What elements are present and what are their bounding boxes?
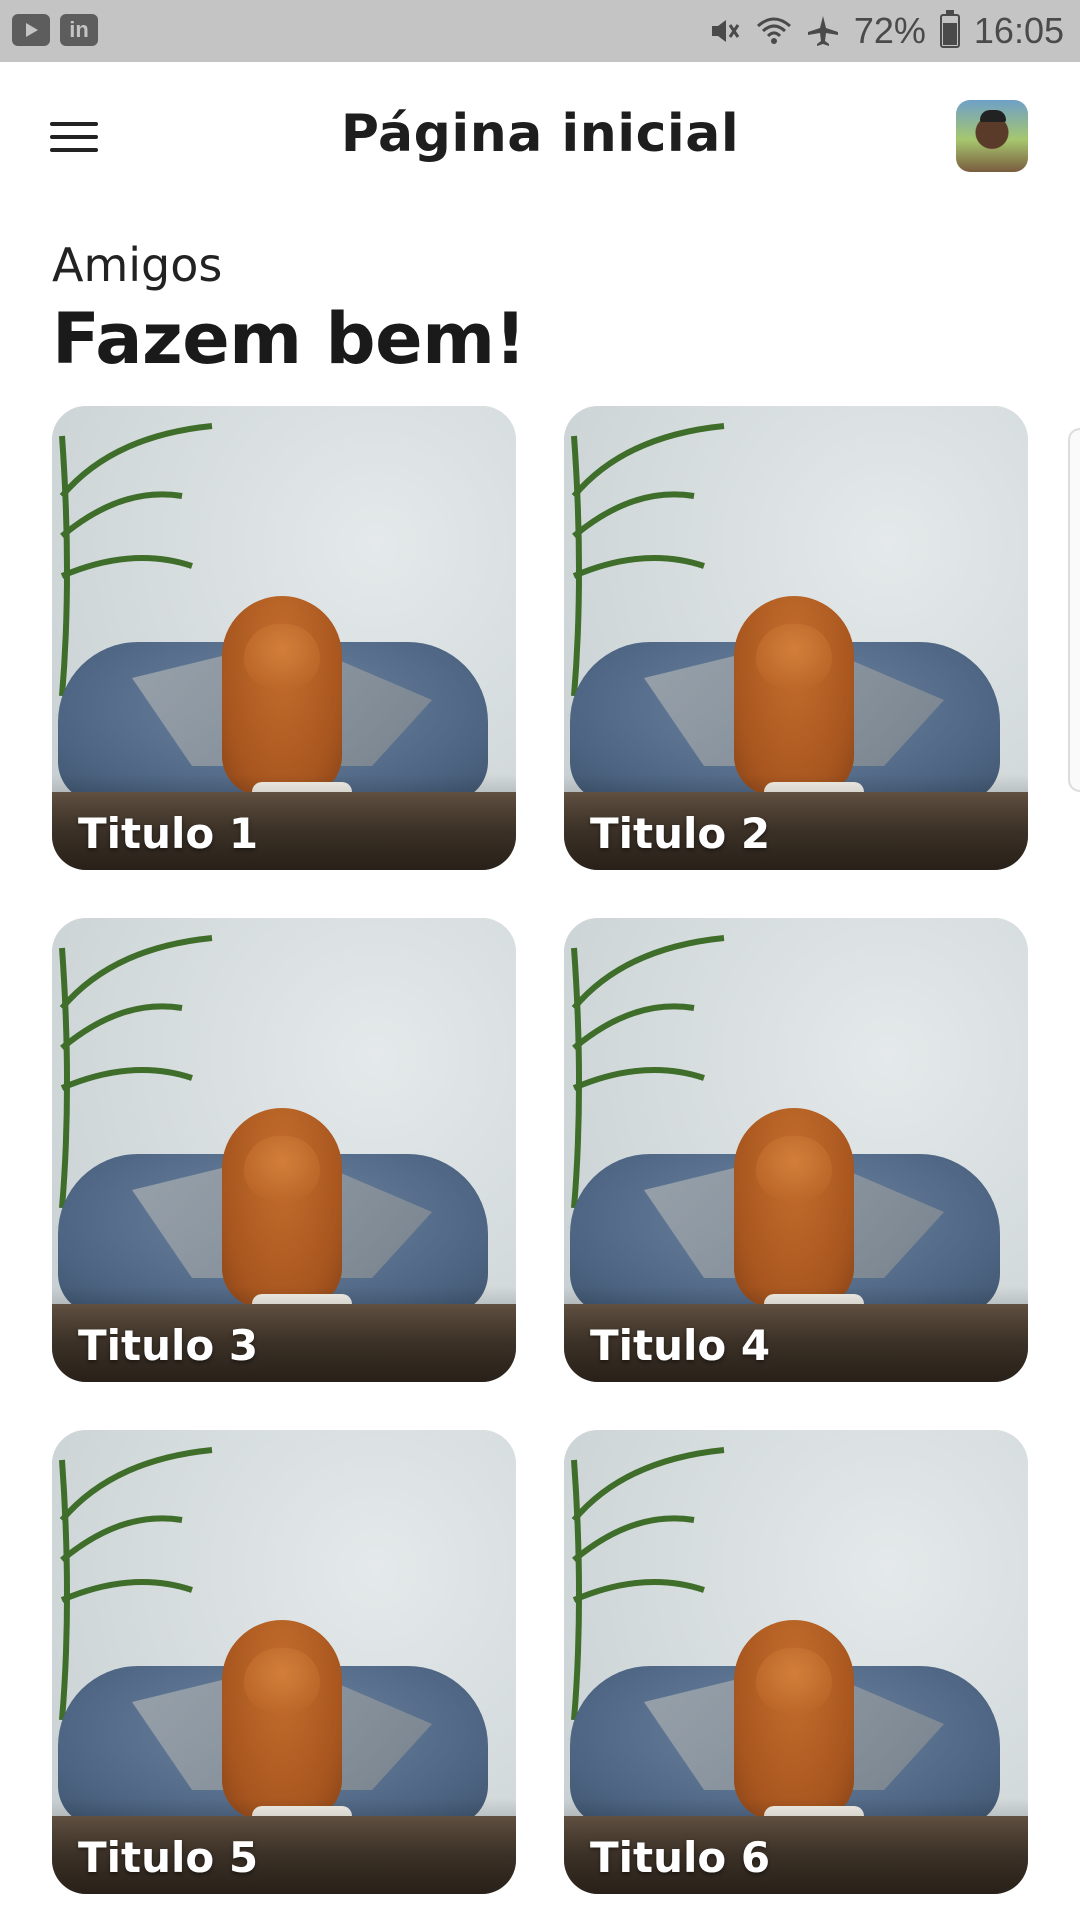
page-title: Página inicial [340, 104, 740, 164]
wifi-icon [756, 16, 792, 46]
section-headline: Fazem bem! [52, 298, 526, 380]
dog-illustration [222, 1108, 342, 1316]
status-left-icons: in [12, 14, 98, 46]
section-subtitle: Amigos [52, 238, 223, 292]
card-title: Titulo 3 [78, 1321, 259, 1370]
card-4[interactable]: Titulo 4 [564, 918, 1028, 1382]
edge-panel-handle[interactable] [1068, 428, 1080, 792]
card-6[interactable]: Titulo 6 [564, 1430, 1028, 1894]
card-2[interactable]: Titulo 2 [564, 406, 1028, 870]
dog-illustration [222, 596, 342, 804]
dog-illustration [734, 1108, 854, 1316]
card-title: Titulo 2 [590, 809, 771, 858]
status-bar: in 72% 16:05 [0, 0, 1080, 62]
card-title: Titulo 4 [590, 1321, 771, 1370]
card-5[interactable]: Titulo 5 [52, 1430, 516, 1894]
status-right: 72% 16:05 [708, 8, 1064, 54]
card-title: Titulo 5 [78, 1833, 259, 1882]
battery-percent: 72% [853, 10, 926, 51]
app-bar: Página inicial [0, 62, 1080, 212]
youtube-icon [12, 14, 50, 46]
status-time: 16:05 [973, 10, 1064, 51]
card-3[interactable]: Titulo 3 [52, 918, 516, 1382]
card-1[interactable]: Titulo 1 [52, 406, 516, 870]
mute-icon [708, 14, 742, 48]
card-title: Titulo 1 [78, 809, 259, 858]
card-title: Titulo 6 [590, 1833, 771, 1882]
airplane-icon [806, 14, 840, 48]
linkedin-icon: in [60, 14, 98, 46]
dog-illustration [222, 1620, 342, 1828]
avatar[interactable] [956, 100, 1028, 172]
battery-icon [939, 10, 960, 48]
dog-illustration [734, 596, 854, 804]
dog-illustration [734, 1620, 854, 1828]
